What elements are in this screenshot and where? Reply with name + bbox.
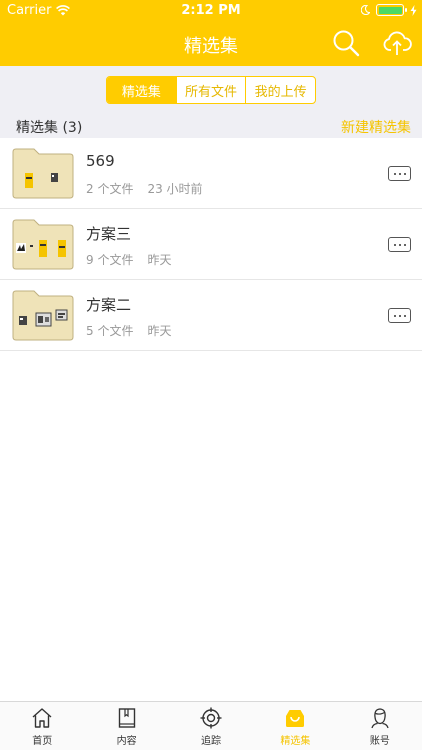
folder-thumbnail-icon	[12, 290, 74, 341]
battery-icon	[376, 4, 407, 16]
segmented-control: 精选集 所有文件 我的上传	[106, 76, 316, 104]
tab-home[interactable]: 首页	[0, 702, 84, 750]
new-collection-link[interactable]: 新建精选集	[341, 117, 411, 137]
search-icon	[333, 30, 360, 57]
collection-meta: 9 个文件 昨天	[86, 251, 171, 268]
collection-meta: 2 个文件 23 小时前	[86, 180, 203, 197]
section-title: 精选集 (3)	[16, 120, 83, 136]
filter-bar: 精选集 所有文件 我的上传 精选集 (3) 新建精选集	[0, 66, 422, 138]
segment-collections[interactable]: 精选集	[107, 77, 177, 103]
collection-meta: 5 个文件 昨天	[86, 322, 171, 339]
clock: 2:12 PM	[181, 3, 241, 18]
collection-name: 方案二	[86, 296, 132, 314]
moon-icon	[361, 5, 370, 15]
file-count: 9 个文件	[86, 253, 134, 267]
updated-time: 昨天	[147, 253, 172, 267]
book-icon	[118, 708, 135, 728]
tab-bar: 首页 内容 追踪 精选集 账号	[0, 701, 422, 750]
charging-icon	[410, 4, 417, 16]
upload-button[interactable]	[382, 28, 412, 58]
file-count: 2 个文件	[86, 182, 134, 196]
home-icon	[32, 708, 52, 728]
collection-name: 方案三	[86, 225, 132, 243]
target-icon	[200, 707, 222, 729]
tab-label: 追踪	[201, 736, 222, 747]
segment-my-uploads[interactable]: 我的上传	[246, 77, 315, 103]
status-bar: Carrier 2:12 PM	[0, 0, 422, 22]
app-header: Carrier 2:12 PM 精选集	[0, 0, 422, 66]
more-options-button[interactable]	[388, 166, 411, 181]
cloud-upload-icon	[383, 31, 412, 55]
search-button[interactable]	[331, 28, 361, 58]
tab-label: 内容	[116, 736, 137, 747]
segment-all-files[interactable]: 所有文件	[177, 77, 247, 103]
more-options-button[interactable]	[388, 237, 411, 252]
collection-name: 569	[86, 152, 115, 170]
updated-time: 23 小时前	[147, 182, 203, 196]
tab-collections[interactable]: 精选集	[253, 702, 337, 750]
more-options-button[interactable]	[388, 308, 411, 323]
tab-account[interactable]: 账号	[338, 702, 422, 750]
list-item[interactable]: 方案三 9 个文件 昨天	[0, 209, 422, 280]
tab-label: 精选集	[280, 736, 311, 747]
tab-tracking[interactable]: 追踪	[169, 702, 253, 750]
list-item[interactable]: 569 2 个文件 23 小时前	[0, 138, 422, 209]
folder-thumbnail-icon	[12, 219, 74, 270]
profile-icon	[371, 708, 389, 729]
updated-time: 昨天	[147, 324, 172, 338]
list-item[interactable]: 方案二 5 个文件 昨天	[0, 280, 422, 351]
collection-icon	[286, 710, 305, 727]
collection-list: 569 2 个文件 23 小时前 方案三 9 个文件 昨天 方案二 5 个文件 …	[0, 138, 422, 351]
status-indicators	[361, 4, 417, 16]
tab-label: 账号	[369, 736, 390, 747]
folder-thumbnail-icon	[12, 148, 74, 199]
tab-label: 首页	[32, 736, 53, 747]
tab-content[interactable]: 内容	[84, 702, 168, 750]
file-count: 5 个文件	[86, 324, 134, 338]
